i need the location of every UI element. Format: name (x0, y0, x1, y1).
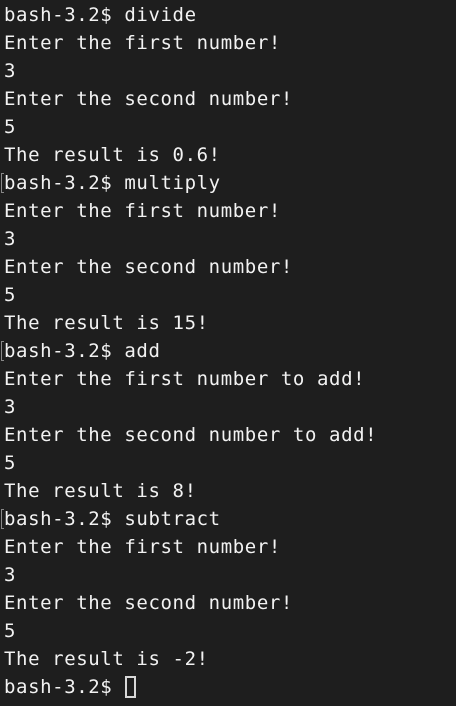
output-line: Enter the first number! (4, 200, 281, 222)
input-line: 3 (4, 396, 17, 418)
text-cursor[interactable] (125, 676, 137, 698)
result-line: The result is 0.6! (4, 144, 221, 166)
output-line: Enter the first number! (4, 32, 281, 54)
output-line: Enter the second number! (4, 592, 293, 614)
input-line: 3 (4, 228, 17, 250)
input-line: 5 (4, 620, 17, 642)
command-line: bash-3.2$ add (1, 337, 456, 365)
prompt: bash-3.2$ subtract (4, 508, 221, 530)
terminal-window[interactable]: bash-3.2$ divide Enter the first number!… (0, 0, 456, 706)
input-line: 3 (4, 60, 17, 82)
output-line: Enter the first number! (4, 536, 281, 558)
active-command-line[interactable]: bash-3.2$ (4, 673, 456, 701)
result-line: The result is -2! (4, 648, 209, 670)
prompt: bash-3.2$ divide (4, 4, 197, 26)
output-line: Enter the second number to add! (4, 424, 378, 446)
output-line: Enter the second number! (4, 256, 293, 278)
prompt: bash-3.2$ multiply (4, 172, 221, 194)
output-line: Enter the second number! (4, 88, 293, 110)
input-line: 5 (4, 116, 17, 138)
input-line: 5 (4, 284, 17, 306)
result-line: The result is 15! (4, 312, 209, 334)
result-line: The result is 8! (4, 480, 197, 502)
input-line: 3 (4, 564, 17, 586)
command-line: bash-3.2$ multiply (1, 169, 456, 197)
command-line: bash-3.2$ divide (4, 1, 456, 29)
input-line: 5 (4, 452, 17, 474)
command-line: bash-3.2$ subtract (1, 505, 456, 533)
prompt: bash-3.2$ add (4, 340, 161, 362)
prompt: bash-3.2$ (4, 676, 113, 698)
output-line: Enter the first number to add! (4, 368, 366, 390)
